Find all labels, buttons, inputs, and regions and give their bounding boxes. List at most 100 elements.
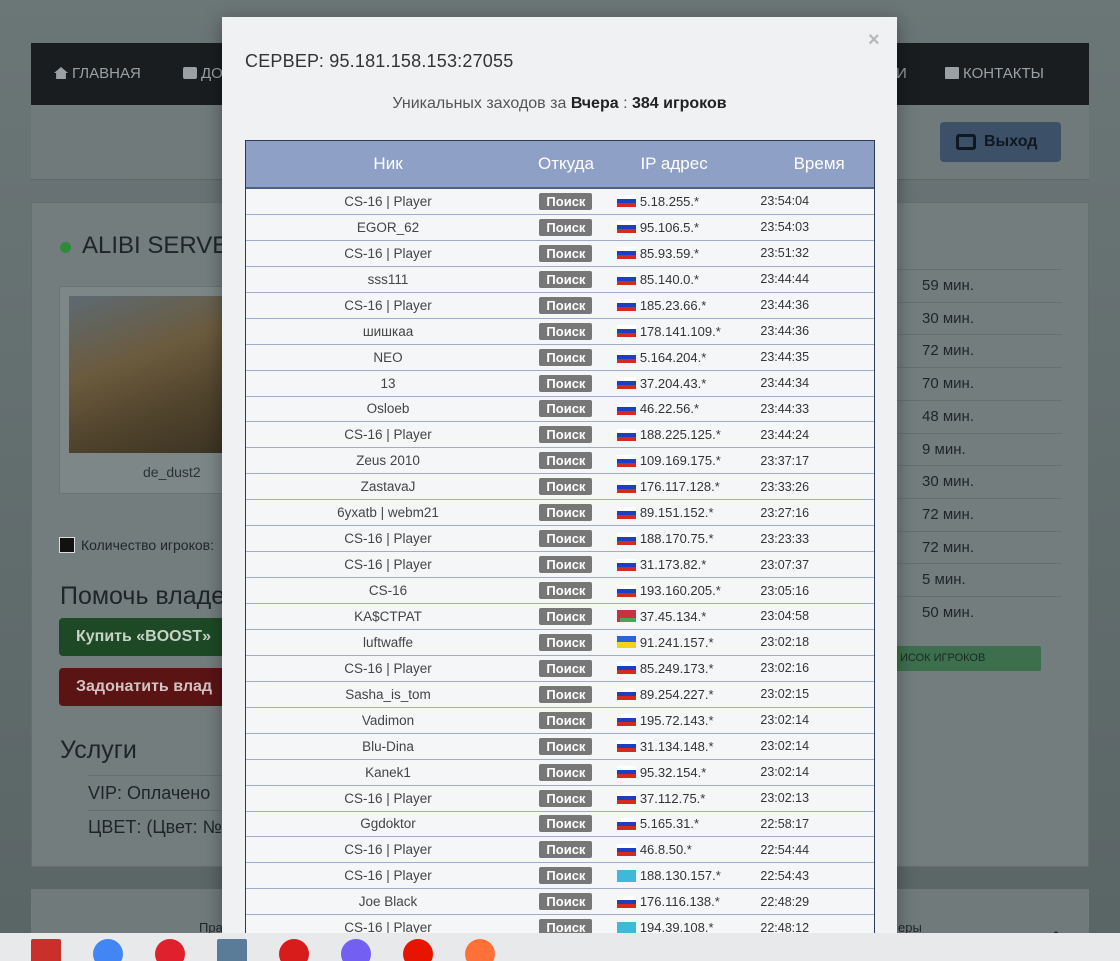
boost-button[interactable]: Купить «BOOST»: [59, 618, 229, 656]
ip-cell: 5.164.204.*: [602, 350, 747, 365]
filezilla-icon[interactable]: [31, 939, 61, 961]
table-row: Blu-Dina Поиск 31.134.148.* 23:02:14: [246, 734, 874, 760]
flag-ru-icon: [616, 584, 636, 597]
visit-time: 23:44:34: [760, 376, 810, 391]
divider: [896, 530, 1062, 532]
flag-ru-icon: [616, 195, 636, 208]
logout-button[interactable]: Выход: [940, 122, 1061, 162]
plus-square-icon: [183, 67, 197, 79]
player-nick: Blu-Dina: [362, 738, 414, 754]
firefox-icon[interactable]: [465, 939, 495, 961]
divider: [896, 497, 1062, 499]
search-button[interactable]: Поиск: [539, 659, 593, 677]
flag-ru-icon: [616, 817, 636, 830]
search-button[interactable]: Поиск: [539, 867, 593, 885]
divider: [896, 596, 1062, 597]
nav-add[interactable]: ДО: [183, 65, 223, 82]
search-button[interactable]: Поиск: [539, 192, 593, 210]
ip-cell: 89.254.227.*: [602, 687, 747, 702]
nav-contacts[interactable]: КОНТАКТЫ: [945, 65, 1044, 82]
search-button[interactable]: Поиск: [539, 893, 593, 911]
search-button[interactable]: Поиск: [539, 348, 593, 366]
ip-address: 5.165.31.*: [639, 816, 700, 832]
search-button[interactable]: Поиск: [539, 452, 593, 470]
search-button[interactable]: Поиск: [539, 478, 593, 496]
flag-ru-icon: [616, 792, 636, 805]
player-nick: Sasha_is_tom: [345, 686, 431, 702]
ip-address: 31.134.148.*: [639, 738, 714, 754]
session-duration: 48 мин.: [922, 407, 974, 425]
visit-time: 23:07:37: [760, 557, 810, 572]
chrome-icon[interactable]: [93, 939, 123, 961]
nav-home[interactable]: ГЛАВНАЯ: [54, 65, 141, 82]
player-nick: Ggdoktor: [360, 816, 416, 832]
player-nick: CS-16 | Player: [344, 531, 432, 547]
player-list-button[interactable]: ИСОК ИГРОКОВ: [896, 646, 1041, 671]
close-icon[interactable]: ×: [868, 29, 880, 52]
table-row: Vadimon Поиск 195.72.143.* 23:02:14: [246, 708, 874, 734]
viber-icon[interactable]: [341, 939, 371, 961]
search-button[interactable]: Поиск: [539, 763, 593, 781]
ip-address: 89.151.152.*: [639, 505, 714, 521]
search-button[interactable]: Поиск: [539, 322, 593, 340]
search-button[interactable]: Поиск: [539, 919, 593, 933]
search-button[interactable]: Поиск: [539, 374, 593, 392]
service-vip: VIP: Оплачено: [88, 783, 211, 803]
nav-hidden-label: И: [896, 65, 907, 82]
opera-icon[interactable]: [155, 939, 185, 961]
origin-cell: Поиск: [530, 711, 602, 729]
visit-time: 23:27:16: [760, 505, 810, 520]
divider: [88, 775, 228, 776]
logout-label: Выход: [984, 133, 1038, 150]
ip-cell: 85.93.59.*: [602, 246, 747, 261]
yandex-icon[interactable]: [403, 939, 433, 961]
visit-time: 23:44:35: [760, 350, 810, 365]
search-button[interactable]: Поиск: [539, 244, 593, 262]
search-button[interactable]: Поиск: [539, 504, 593, 522]
origin-cell: Поиск: [530, 763, 602, 781]
search-button[interactable]: Поиск: [539, 633, 593, 651]
home-icon: [54, 67, 68, 79]
player-nick: CS-16 | Player: [344, 868, 432, 884]
table-row: sss111 Поиск 85.140.0.* 23:44:44: [246, 267, 874, 293]
search-button[interactable]: Поиск: [539, 607, 593, 625]
player-nick: CS-16 | Player: [344, 842, 432, 858]
search-button[interactable]: Поиск: [539, 296, 593, 314]
search-button[interactable]: Поиск: [539, 841, 593, 859]
ip-cell: 5.18.255.*: [602, 194, 747, 209]
table-row: CS-16 Поиск 193.160.205.* 23:05:16: [246, 578, 874, 604]
origin-cell: Поиск: [530, 218, 602, 236]
search-button[interactable]: Поиск: [539, 556, 593, 574]
nav-hidden[interactable]: И: [896, 65, 907, 82]
calculator-icon[interactable]: [217, 939, 247, 961]
search-button[interactable]: Поиск: [539, 218, 593, 236]
search-button[interactable]: Поиск: [539, 711, 593, 729]
search-button[interactable]: Поиск: [539, 789, 593, 807]
table-row: Sasha_is_tom Поиск 89.254.227.* 23:02:15: [246, 682, 874, 708]
search-button[interactable]: Поиск: [539, 426, 593, 444]
player-nick: CS-16 | Player: [344, 245, 432, 261]
recorder-icon[interactable]: [279, 939, 309, 961]
ip-address: 5.164.204.*: [639, 349, 707, 365]
flag-ru-icon: [616, 428, 636, 441]
session-duration: 72 мин.: [922, 342, 974, 360]
player-nick: Kanek1: [365, 764, 411, 780]
player-nick: шишкаа: [362, 323, 414, 339]
table-body: CS-16 | Player Поиск 5.18.255.* 23:54:04 EGO…: [246, 189, 874, 933]
search-button[interactable]: Поиск: [539, 737, 593, 755]
search-button[interactable]: Поиск: [539, 400, 593, 418]
ip-cell: 188.130.157.*: [602, 868, 747, 883]
sign-out-icon: [956, 134, 976, 150]
origin-cell: Поиск: [530, 607, 602, 625]
donate-button[interactable]: Задонатить влад: [59, 668, 229, 706]
origin-cell: Поиск: [530, 633, 602, 651]
search-button[interactable]: Поиск: [539, 530, 593, 548]
search-button[interactable]: Поиск: [539, 270, 593, 288]
search-button[interactable]: Поиск: [539, 685, 593, 703]
flag-kz-icon: [616, 921, 636, 933]
ip-address: 85.140.0.*: [639, 271, 700, 287]
visit-time: 23:02:13: [760, 791, 810, 806]
search-button[interactable]: Поиск: [539, 815, 593, 833]
search-button[interactable]: Поиск: [539, 582, 593, 600]
ip-address: 188.170.75.*: [639, 531, 714, 547]
